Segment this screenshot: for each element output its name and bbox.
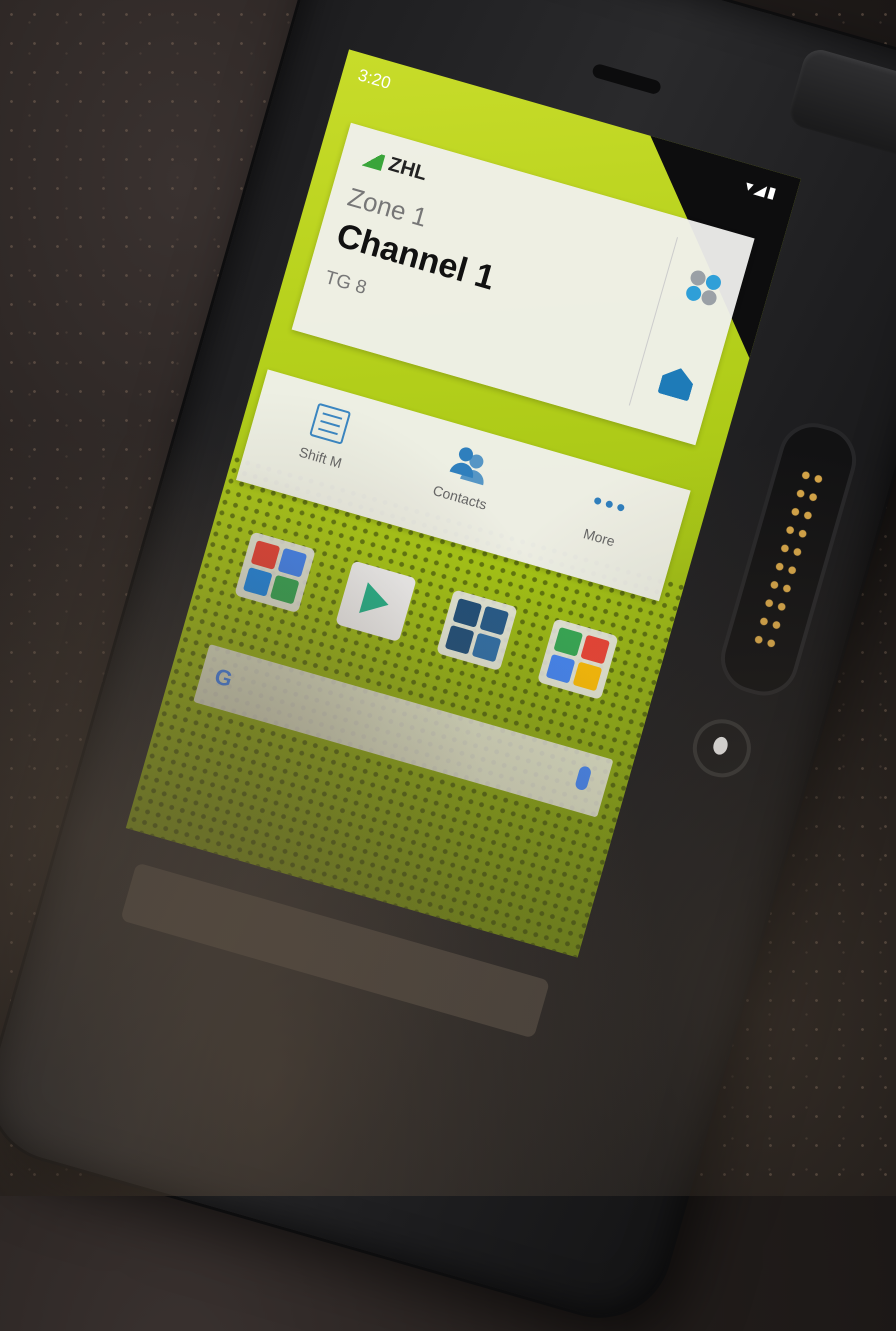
device-screen: 3:20 ▾◢▮ ZHL Zone 1 Channel 1 TG 8 Shift… <box>125 49 801 958</box>
radio-apps-folder[interactable] <box>436 589 518 671</box>
more-label: More <box>581 525 617 550</box>
shift-menu-icon <box>309 402 352 445</box>
play-store-app[interactable] <box>335 560 417 643</box>
more-button[interactable]: More <box>535 469 677 563</box>
accessory-connector <box>712 414 865 704</box>
google-apps-folder[interactable] <box>234 531 316 614</box>
home-channel-icon[interactable] <box>652 358 701 407</box>
status-icons: ▾◢▮ <box>743 177 780 203</box>
earpiece-speaker <box>591 62 663 96</box>
scan-icon[interactable] <box>680 262 729 311</box>
brand-row: ZHL <box>357 145 430 186</box>
maps-folder[interactable] <box>537 618 619 700</box>
brand-logo: ZHL <box>386 153 430 186</box>
channel-knob[interactable] <box>785 45 896 162</box>
two-way-radio-device: 3:20 ▾◢▮ ZHL Zone 1 Channel 1 TG 8 Shift… <box>0 0 896 1331</box>
side-button[interactable] <box>686 712 758 785</box>
connector-pins <box>749 464 828 655</box>
shift-menu-label: Shift M <box>297 443 344 472</box>
contacts-button[interactable]: Contacts <box>395 429 537 523</box>
play-store-icon <box>359 582 393 621</box>
talkgroup-label: TG 8 <box>322 267 369 299</box>
status-time: 3:20 <box>355 65 393 93</box>
shift-menu-button[interactable]: Shift M <box>256 389 398 483</box>
contacts-label: Contacts <box>431 482 489 513</box>
google-logo: G <box>211 663 236 693</box>
contacts-icon <box>449 443 491 486</box>
signal-icon <box>357 148 386 171</box>
microphone-icon[interactable] <box>574 765 593 792</box>
more-dots-icon <box>588 483 630 525</box>
